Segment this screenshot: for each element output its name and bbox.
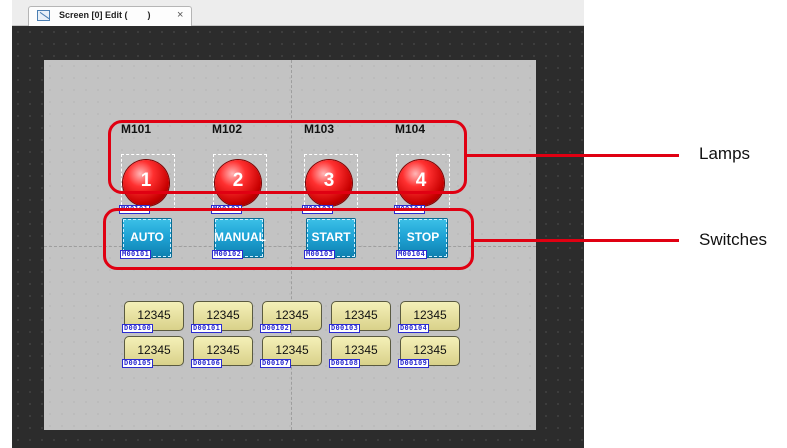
address-tag: D00101 [191, 324, 223, 333]
screen-edit-icon [37, 10, 50, 21]
address-tag: D00100 [122, 324, 154, 333]
address-tag: D00104 [398, 324, 430, 333]
numeric-value: 12345 [413, 308, 447, 322]
address-tag: D00102 [260, 324, 292, 333]
numeric-display-d00106[interactable]: 12345 D00106 [191, 336, 253, 368]
numeric-value: 12345 [206, 308, 240, 322]
numeric-display-d00100[interactable]: 12345 D00100 [122, 301, 184, 333]
switches-highlight-outline [103, 208, 474, 270]
numeric-display-d00105[interactable]: 12345 D00105 [122, 336, 184, 368]
numeric-display-d00107[interactable]: 12345 D00107 [260, 336, 322, 368]
tab-title: Screen [0] Edit ( ) [59, 10, 151, 20]
numeric-value: 12345 [137, 343, 171, 357]
numeric-value: 12345 [206, 343, 240, 357]
numeric-value: 12345 [275, 308, 309, 322]
numeric-value: 12345 [344, 308, 378, 322]
switches-callout-label: Switches [699, 230, 768, 249]
numeric-display-d00109[interactable]: 12345 D00109 [398, 336, 460, 368]
switches-callout-line [473, 239, 679, 242]
tab-strip: Screen [0] Edit ( ) × [12, 0, 584, 26]
numeric-display-d00103[interactable]: 12345 D00103 [329, 301, 391, 333]
numeric-display-d00108[interactable]: 12345 D00108 [329, 336, 391, 368]
numeric-value: 12345 [275, 343, 309, 357]
address-tag: D00106 [191, 359, 223, 368]
numeric-display-d00102[interactable]: 12345 D00102 [260, 301, 322, 333]
tab-screen-edit[interactable]: Screen [0] Edit ( ) × [28, 6, 192, 26]
address-tag: D00105 [122, 359, 154, 368]
numeric-value: 12345 [137, 308, 171, 322]
lamps-highlight-outline [108, 120, 467, 194]
address-tag: D00108 [329, 359, 361, 368]
lamps-callout-label: Lamps [699, 144, 751, 163]
close-icon[interactable]: × [177, 9, 183, 21]
lamps-callout-line [466, 154, 679, 157]
address-tag: D00107 [260, 359, 292, 368]
numeric-value: 12345 [413, 343, 447, 357]
numeric-value: 12345 [344, 343, 378, 357]
numeric-display-d00104[interactable]: 12345 D00104 [398, 301, 460, 333]
numeric-display-d00101[interactable]: 12345 D00101 [191, 301, 253, 333]
address-tag: D00109 [398, 359, 430, 368]
address-tag: D00103 [329, 324, 361, 333]
